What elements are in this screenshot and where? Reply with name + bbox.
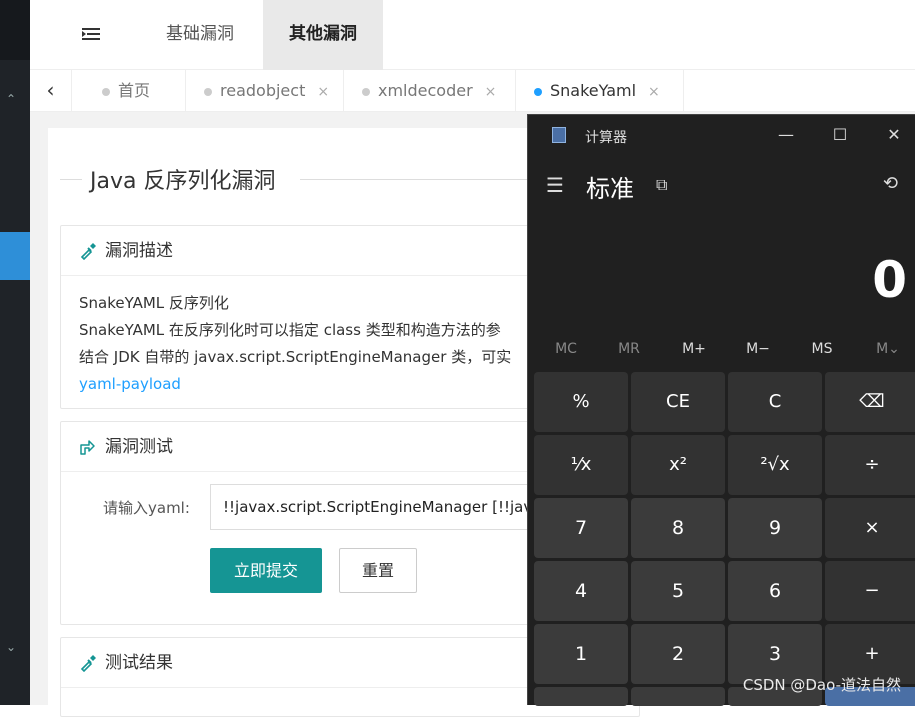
square-button[interactable]: x²	[631, 435, 725, 495]
tab-label: readobject	[220, 81, 305, 100]
tab-label: xmldecoder	[378, 81, 473, 100]
tabs-scroll-left-icon[interactable]: ‹	[30, 70, 72, 112]
digit-9-button[interactable]: 9	[728, 498, 822, 558]
digit-5-button[interactable]: 5	[631, 561, 725, 621]
sidebar-chevron-icon-2[interactable]: ⌄	[6, 640, 16, 654]
clear-button[interactable]: C	[728, 372, 822, 432]
reciprocal-button[interactable]: ¹⁄x	[534, 435, 628, 495]
memory-recall-button[interactable]: MR	[599, 341, 659, 357]
yaml-input-label: 请输入yaml:	[103, 497, 190, 518]
calculator-key-partial[interactable]	[631, 687, 725, 706]
tab-close-icon[interactable]: ×	[648, 84, 660, 100]
dropper-icon	[79, 654, 97, 672]
history-icon[interactable]: ⟲	[883, 173, 898, 194]
tab-dot-icon	[534, 88, 542, 96]
left-sidebar: ⌃ ⌄	[0, 0, 30, 705]
hamburger-menu-icon[interactable]: ☰	[546, 173, 564, 197]
tab-home[interactable]: 首页	[72, 70, 186, 112]
tab-dot-icon	[102, 88, 110, 96]
sidebar-active-item[interactable]	[0, 232, 30, 280]
tab-close-icon[interactable]: ×	[485, 84, 497, 100]
digit-2-button[interactable]: 2	[631, 624, 725, 684]
page-title: Java 反序列化漏洞	[90, 163, 275, 195]
tab-label: 首页	[118, 81, 150, 100]
calculator-key-partial[interactable]	[534, 687, 628, 706]
nav-basic-vulns[interactable]: 基础漏洞	[166, 0, 234, 70]
clear-entry-button[interactable]: CE	[631, 372, 725, 432]
minimize-icon[interactable]: —	[774, 123, 798, 147]
tab-snakeyaml[interactable]: SnakeYaml ×	[516, 70, 684, 112]
page-tabs-bar: ‹ 首页 readobject × xmldecoder × SnakeYaml ×	[30, 70, 915, 112]
dropper-icon	[79, 242, 97, 260]
square-root-button[interactable]: ²√x	[728, 435, 822, 495]
calculator-title: 计算器	[585, 127, 627, 147]
nav-other-vulns[interactable]: 其他漏洞	[263, 0, 383, 70]
yaml-input[interactable]: !!javax.script.ScriptEngineManager [!!ja…	[210, 484, 540, 530]
menu-toggle-icon[interactable]	[82, 26, 100, 42]
maximize-icon[interactable]: ☐	[828, 123, 852, 147]
top-navigation: 基础漏洞 其他漏洞	[30, 0, 915, 70]
tab-readobject[interactable]: readobject ×	[186, 70, 344, 112]
calculator-display: 0	[872, 251, 907, 309]
memory-clear-button[interactable]: MC	[536, 341, 596, 357]
digit-8-button[interactable]: 8	[631, 498, 725, 558]
memory-list-button[interactable]: M⌄	[858, 341, 915, 357]
calculator-app-icon	[552, 127, 566, 143]
digit-1-button[interactable]: 1	[534, 624, 628, 684]
title-divider	[60, 179, 82, 180]
watermark: CSDN @Dao-道法自然	[743, 674, 901, 695]
tab-label: SnakeYaml	[550, 81, 636, 100]
submit-button[interactable]: 立即提交	[210, 548, 322, 593]
pointer-hand-icon	[79, 438, 97, 456]
calculator-window: 计算器 — ☐ ✕ ☰ 标准 ⧉ ⟲ 0 MC MR M+ M− MS M⌄ %…	[527, 114, 915, 705]
divide-button[interactable]: ÷	[825, 435, 915, 495]
memory-add-button[interactable]: M+	[664, 341, 724, 357]
digit-4-button[interactable]: 4	[534, 561, 628, 621]
memory-subtract-button[interactable]: M−	[728, 341, 788, 357]
memory-store-button[interactable]: MS	[792, 341, 852, 357]
reset-button[interactable]: 重置	[339, 548, 417, 593]
digit-6-button[interactable]: 6	[728, 561, 822, 621]
multiply-button[interactable]: ×	[825, 498, 915, 558]
tab-xmldecoder[interactable]: xmldecoder ×	[344, 70, 516, 112]
tab-dot-icon	[204, 88, 212, 96]
tab-dot-icon	[362, 88, 370, 96]
subtract-button[interactable]: −	[825, 561, 915, 621]
calculator-titlebar[interactable]: 计算器 — ☐ ✕	[528, 115, 915, 155]
card-title: 漏洞描述	[105, 241, 173, 261]
calculator-mode: 标准	[586, 169, 634, 204]
card-title: 漏洞测试	[105, 437, 173, 457]
percent-button[interactable]: %	[534, 372, 628, 432]
close-icon[interactable]: ✕	[882, 123, 906, 147]
tab-close-icon[interactable]: ×	[317, 84, 329, 100]
digit-7-button[interactable]: 7	[534, 498, 628, 558]
backspace-button[interactable]: ⌫	[825, 372, 915, 432]
sidebar-chevron-icon[interactable]: ⌃	[6, 92, 16, 106]
keep-on-top-icon[interactable]: ⧉	[656, 175, 667, 195]
sidebar-logo-area	[0, 0, 30, 60]
card-title: 测试结果	[105, 653, 173, 673]
